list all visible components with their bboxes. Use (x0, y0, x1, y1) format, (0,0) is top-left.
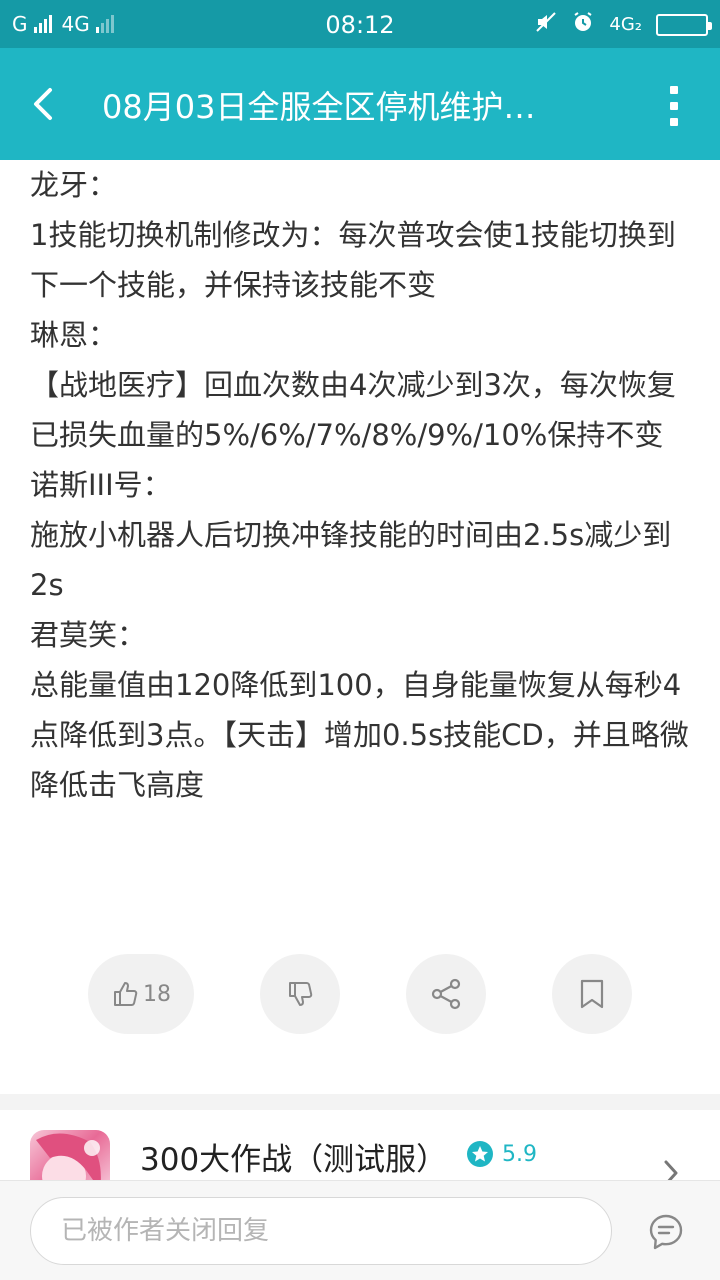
like-button[interactable]: 18 (88, 954, 194, 1034)
reply-bar (0, 1180, 720, 1280)
more-vertical-icon (670, 86, 678, 94)
article-line: 【战地医疗】回血次数由4次减少到3次，每次恢复已损失血量的5%/6%/7%/8%… (30, 368, 676, 452)
article-line: 施放小机器人后切换冲锋技能的时间由2.5s减少到2s (30, 518, 672, 602)
action-row: 18 (0, 954, 720, 1036)
alarm-icon (571, 10, 595, 39)
share-icon (431, 978, 461, 1010)
rating-value: 5.9 (502, 1141, 537, 1167)
battery-icon (656, 13, 712, 36)
comment-icon[interactable] (648, 1213, 684, 1251)
article-line: 龙牙： (30, 168, 118, 202)
article-line: 总能量值由120降低到100，自身能量恢复从每秒4点降低到3点。【天击】增加0.… (30, 668, 689, 802)
section-divider (0, 1094, 720, 1110)
dislike-button[interactable] (260, 954, 340, 1034)
like-count: 18 (143, 981, 171, 1007)
thumbs-down-icon (289, 982, 313, 1006)
mute-icon (535, 11, 557, 38)
game-thumbnail (30, 1130, 110, 1182)
game-name: 300大作战（测试服） (140, 1142, 448, 1178)
thumbs-up-icon (114, 982, 138, 1006)
chevron-left-icon (34, 88, 52, 120)
chevron-right-icon (664, 1160, 678, 1182)
app-bar: 08月03日全服全区停机维护… (0, 48, 720, 160)
game-card[interactable]: 300大作战（测试服） 5.9 (0, 1110, 720, 1182)
bookmark-button[interactable] (552, 954, 632, 1034)
share-button[interactable] (406, 954, 486, 1034)
game-rating: 5.9 (466, 1140, 537, 1168)
status-icons: 4G₂ (535, 10, 712, 39)
star-icon (467, 1141, 493, 1167)
page-title: 08月03日全服全区停机维护… (102, 88, 536, 126)
bookmark-icon (580, 979, 604, 1009)
back-button[interactable] (26, 82, 66, 126)
article-line: 1技能切换机制修改为：每次普攻会使1技能切换到下一个技能，并保持该技能不变 (30, 218, 676, 302)
article-line: 琳恩： (30, 318, 118, 352)
article-line: 诺斯III号： (30, 468, 172, 502)
article-body: 龙牙： 1技能切换机制修改为：每次普攻会使1技能切换到下一个技能，并保持该技能不… (30, 160, 700, 810)
reply-input[interactable] (30, 1197, 612, 1265)
more-menu-button[interactable] (668, 86, 680, 126)
article-line: 君莫笑： (30, 618, 147, 652)
status-bar: G 4G 08:12 4G₂ (0, 0, 720, 48)
network-4g-label: 4G₂ (609, 14, 642, 35)
